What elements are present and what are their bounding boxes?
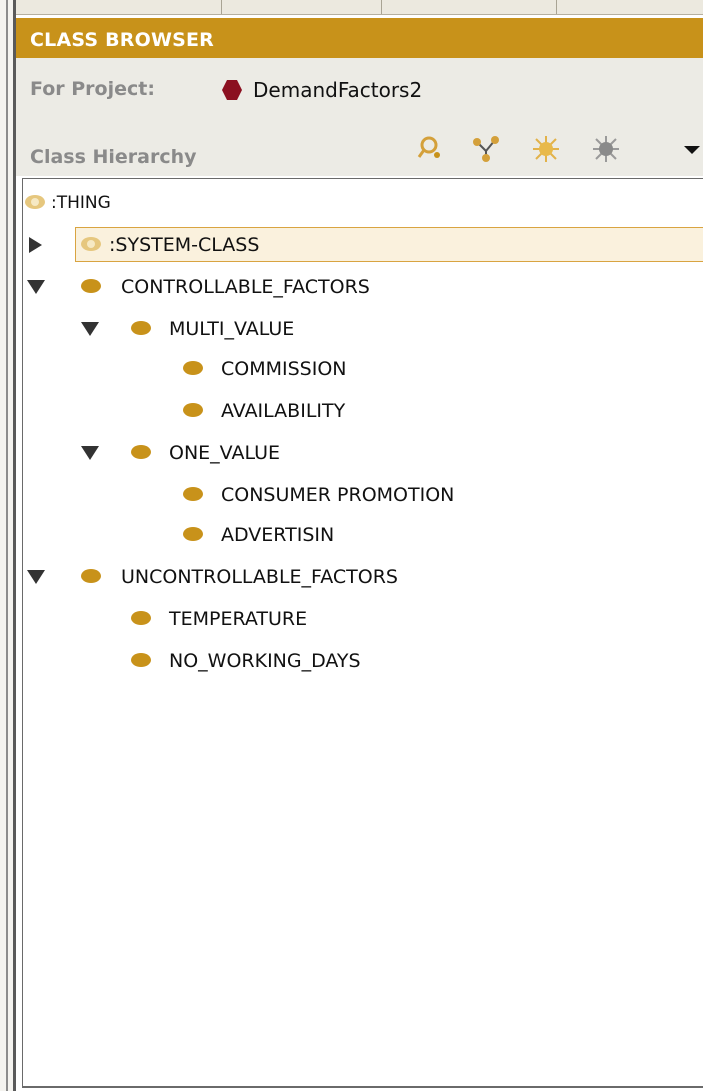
class-bullet-icon (25, 195, 45, 209)
class-bullet-icon (183, 361, 203, 375)
project-name: DemandFactors2 (253, 78, 423, 102)
class-bullet-icon (81, 279, 101, 293)
project-label: For Project: (30, 78, 155, 100)
tree-node-label: AVAILABILITY (221, 400, 346, 422)
tree-node-commission[interactable]: COMMISSION (183, 353, 583, 385)
class-bullet-icon (81, 569, 101, 583)
panel-title: CLASS BROWSER (30, 29, 214, 51)
find-class-icon[interactable] (416, 134, 446, 164)
class-bullet-icon (183, 487, 203, 501)
tree-node-label: UNCONTROLLABLE_FACTORS (121, 566, 398, 588)
create-class-icon[interactable] (531, 134, 561, 164)
tree-node-thing[interactable]: :THING (25, 187, 425, 219)
class-bullet-icon (131, 653, 151, 667)
panel-title-bar: CLASS BROWSER (16, 18, 703, 58)
tree-node-label: COMMISSION (221, 358, 347, 380)
expanded-arrow-icon[interactable] (81, 322, 99, 336)
tree-node-consumer-promotion[interactable]: CONSUMER PROMOTION (183, 479, 663, 511)
class-bullet-icon (183, 403, 203, 417)
add-subclass-icon[interactable] (471, 134, 501, 164)
tree-node-advertisin[interactable]: ADVERTISIN (183, 519, 583, 551)
delete-class-icon[interactable] (591, 134, 621, 164)
tree-node-label: ONE_VALUE (169, 442, 281, 464)
class-bullet-icon (183, 527, 203, 541)
tree-node-label: :THING (51, 193, 111, 213)
class-tree[interactable]: :THING :SYSTEM-CLASS CONTROLLABLE_FACTOR… (22, 178, 703, 1088)
tree-node-temperature[interactable]: TEMPERATURE (131, 603, 531, 635)
expanded-arrow-icon[interactable] (27, 280, 45, 294)
class-bullet-icon (131, 445, 151, 459)
tab-strip (16, 0, 703, 15)
tree-node-label: CONSUMER PROMOTION (221, 484, 455, 506)
tree-node-uncontrollable-factors[interactable]: UNCONTROLLABLE_FACTORS (81, 561, 641, 593)
tree-node-no-working-days[interactable]: NO_WORKING_DAYS (131, 645, 531, 677)
tree-node-label: TEMPERATURE (169, 608, 308, 630)
window-left-edge (0, 0, 16, 1091)
tree-node-label: CONTROLLABLE_FACTORS (121, 276, 370, 298)
class-bullet-icon (81, 237, 101, 251)
tree-node-label: :SYSTEM-CLASS (109, 234, 260, 256)
expanded-arrow-icon[interactable] (27, 570, 45, 584)
tree-node-label: ADVERTISIN (221, 524, 335, 546)
expanded-arrow-icon[interactable] (81, 446, 99, 460)
tree-node-availability[interactable]: AVAILABILITY (183, 395, 583, 427)
tree-node-label: MULTI_VALUE (169, 318, 295, 340)
project-row: For Project: DemandFactors2 (16, 58, 703, 120)
collapsed-arrow-icon[interactable] (29, 237, 42, 253)
project-hexagon-icon (221, 79, 243, 105)
tree-node-one-value[interactable]: ONE_VALUE (131, 437, 531, 469)
tree-node-label: NO_WORKING_DAYS (169, 650, 361, 672)
dropdown-arrow-icon[interactable] (684, 146, 700, 154)
class-hierarchy-header: Class Hierarchy (16, 120, 703, 176)
tree-node-multi-value[interactable]: MULTI_VALUE (131, 313, 531, 345)
tree-node-controllable-factors[interactable]: CONTROLLABLE_FACTORS (81, 271, 641, 303)
class-hierarchy-label: Class Hierarchy (30, 146, 197, 168)
class-bullet-icon (131, 611, 151, 625)
class-bullet-icon (131, 321, 151, 335)
tree-node-system-class[interactable]: :SYSTEM-CLASS (81, 229, 581, 261)
